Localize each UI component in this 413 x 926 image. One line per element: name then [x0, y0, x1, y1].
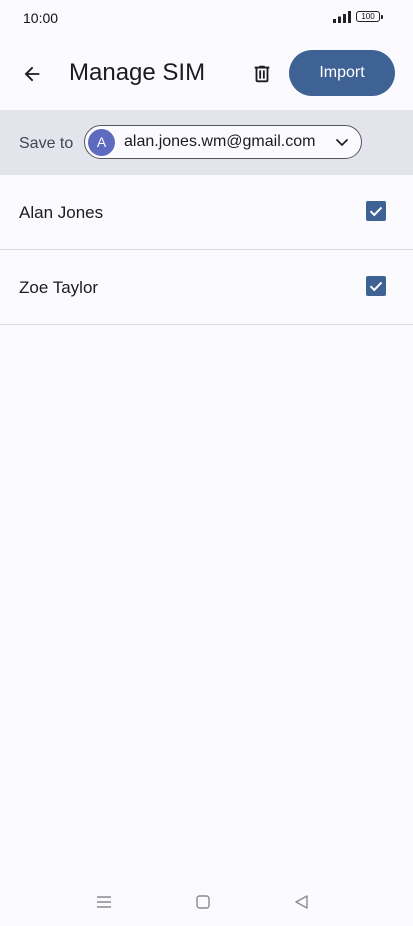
checkbox-checked[interactable]	[366, 276, 386, 296]
contact-list: Alan Jones Zoe Taylor	[0, 175, 413, 325]
back-button[interactable]	[12, 54, 52, 94]
trash-icon	[254, 65, 270, 83]
save-to-label: Save to	[19, 135, 74, 152]
chevron-down-icon	[335, 138, 349, 147]
check-icon	[369, 281, 383, 292]
contact-name: Zoe Taylor	[19, 278, 99, 297]
page-title: Manage SIM	[69, 59, 206, 86]
battery-level: 100	[361, 11, 375, 21]
manage-sim-screen: 10:00 100 Manage SIM Import Save to A al…	[0, 0, 413, 926]
battery-icon: 100	[356, 11, 383, 22]
status-time: 10:00	[23, 10, 59, 26]
app-bar: Manage SIM Import	[0, 36, 413, 110]
menu-icon[interactable]	[94, 892, 114, 912]
delete-button[interactable]	[242, 54, 282, 94]
check-icon	[369, 206, 383, 217]
avatar: A	[88, 128, 115, 156]
contact-name: Alan Jones	[19, 203, 104, 222]
back-triangle-icon[interactable]	[292, 892, 312, 912]
list-item[interactable]: Zoe Taylor	[0, 250, 413, 325]
home-icon[interactable]	[193, 892, 213, 912]
account-selector[interactable]: A alan.jones.wm@gmail.com	[84, 125, 362, 159]
account-email: alan.jones.wm@gmail.com	[124, 133, 316, 150]
save-to-bar: Save to A alan.jones.wm@gmail.com	[0, 110, 413, 175]
navigation-bar	[0, 876, 413, 926]
status-bar: 10:00 100	[0, 0, 413, 36]
import-button[interactable]: Import	[289, 50, 395, 96]
checkbox-checked[interactable]	[366, 201, 386, 221]
avatar-letter: A	[96, 134, 107, 150]
arrow-left-icon	[24, 66, 40, 82]
signal-icon	[333, 11, 351, 23]
list-item[interactable]: Alan Jones	[0, 175, 413, 250]
